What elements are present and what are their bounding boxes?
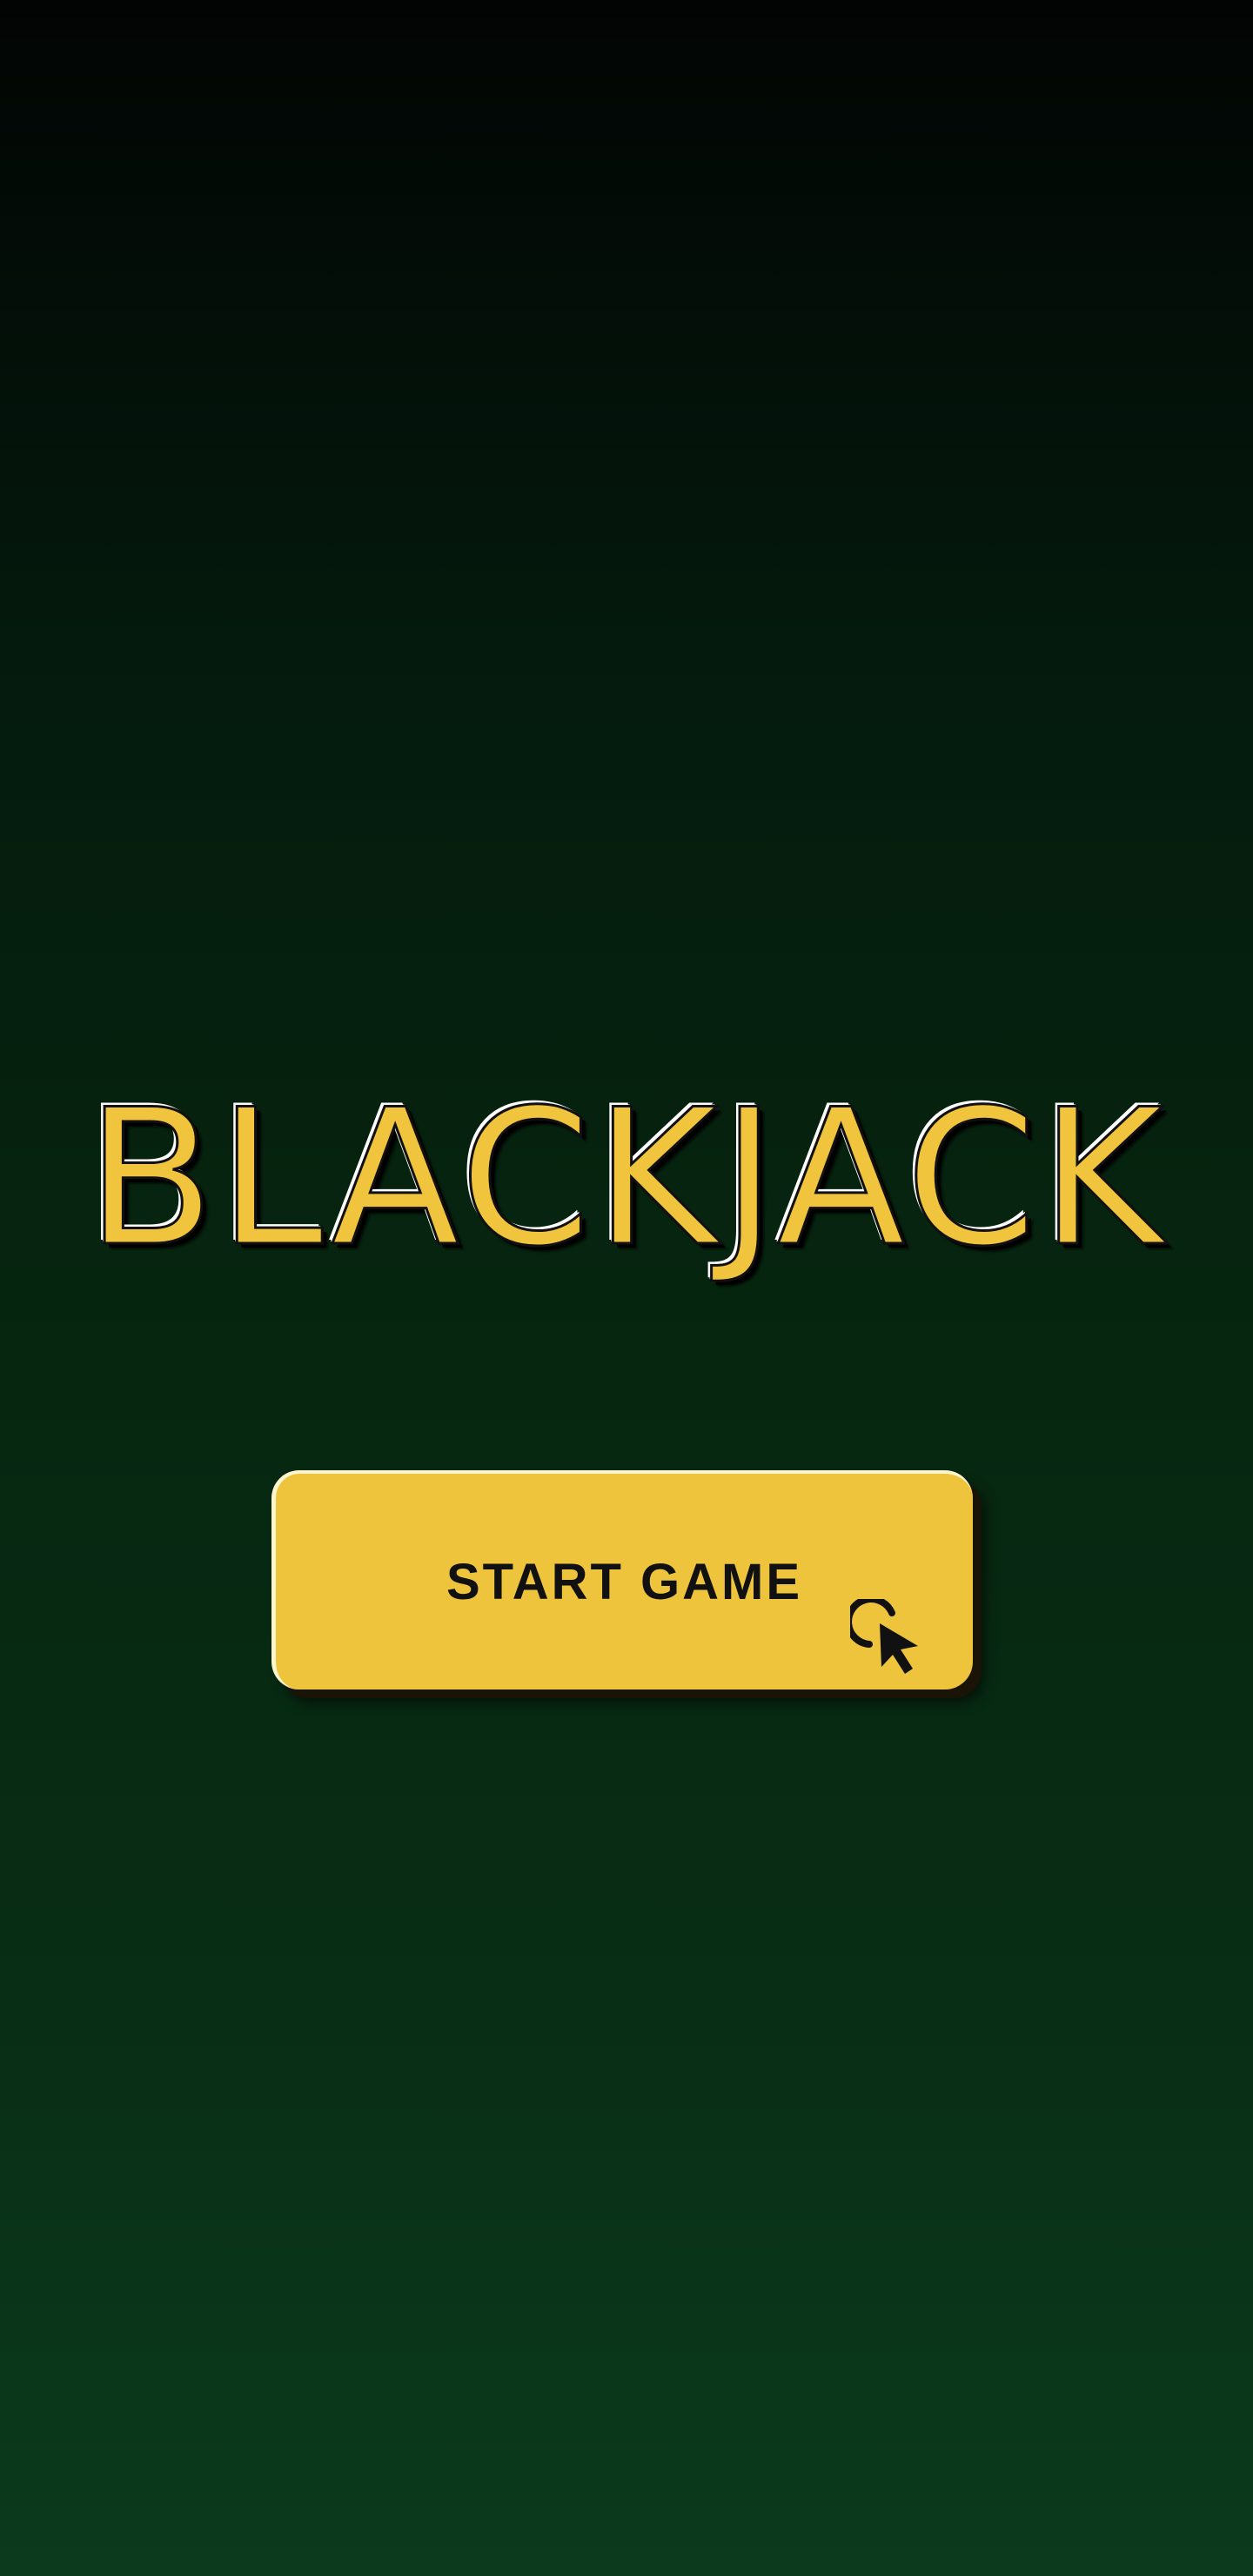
game-start-screen: BLACKJACK START GAME [0, 0, 1253, 2576]
start-game-button[interactable]: START GAME [271, 1470, 973, 1689]
game-title: BLACKJACK [84, 1068, 1168, 1288]
click-cursor-icon [850, 1599, 918, 1674]
